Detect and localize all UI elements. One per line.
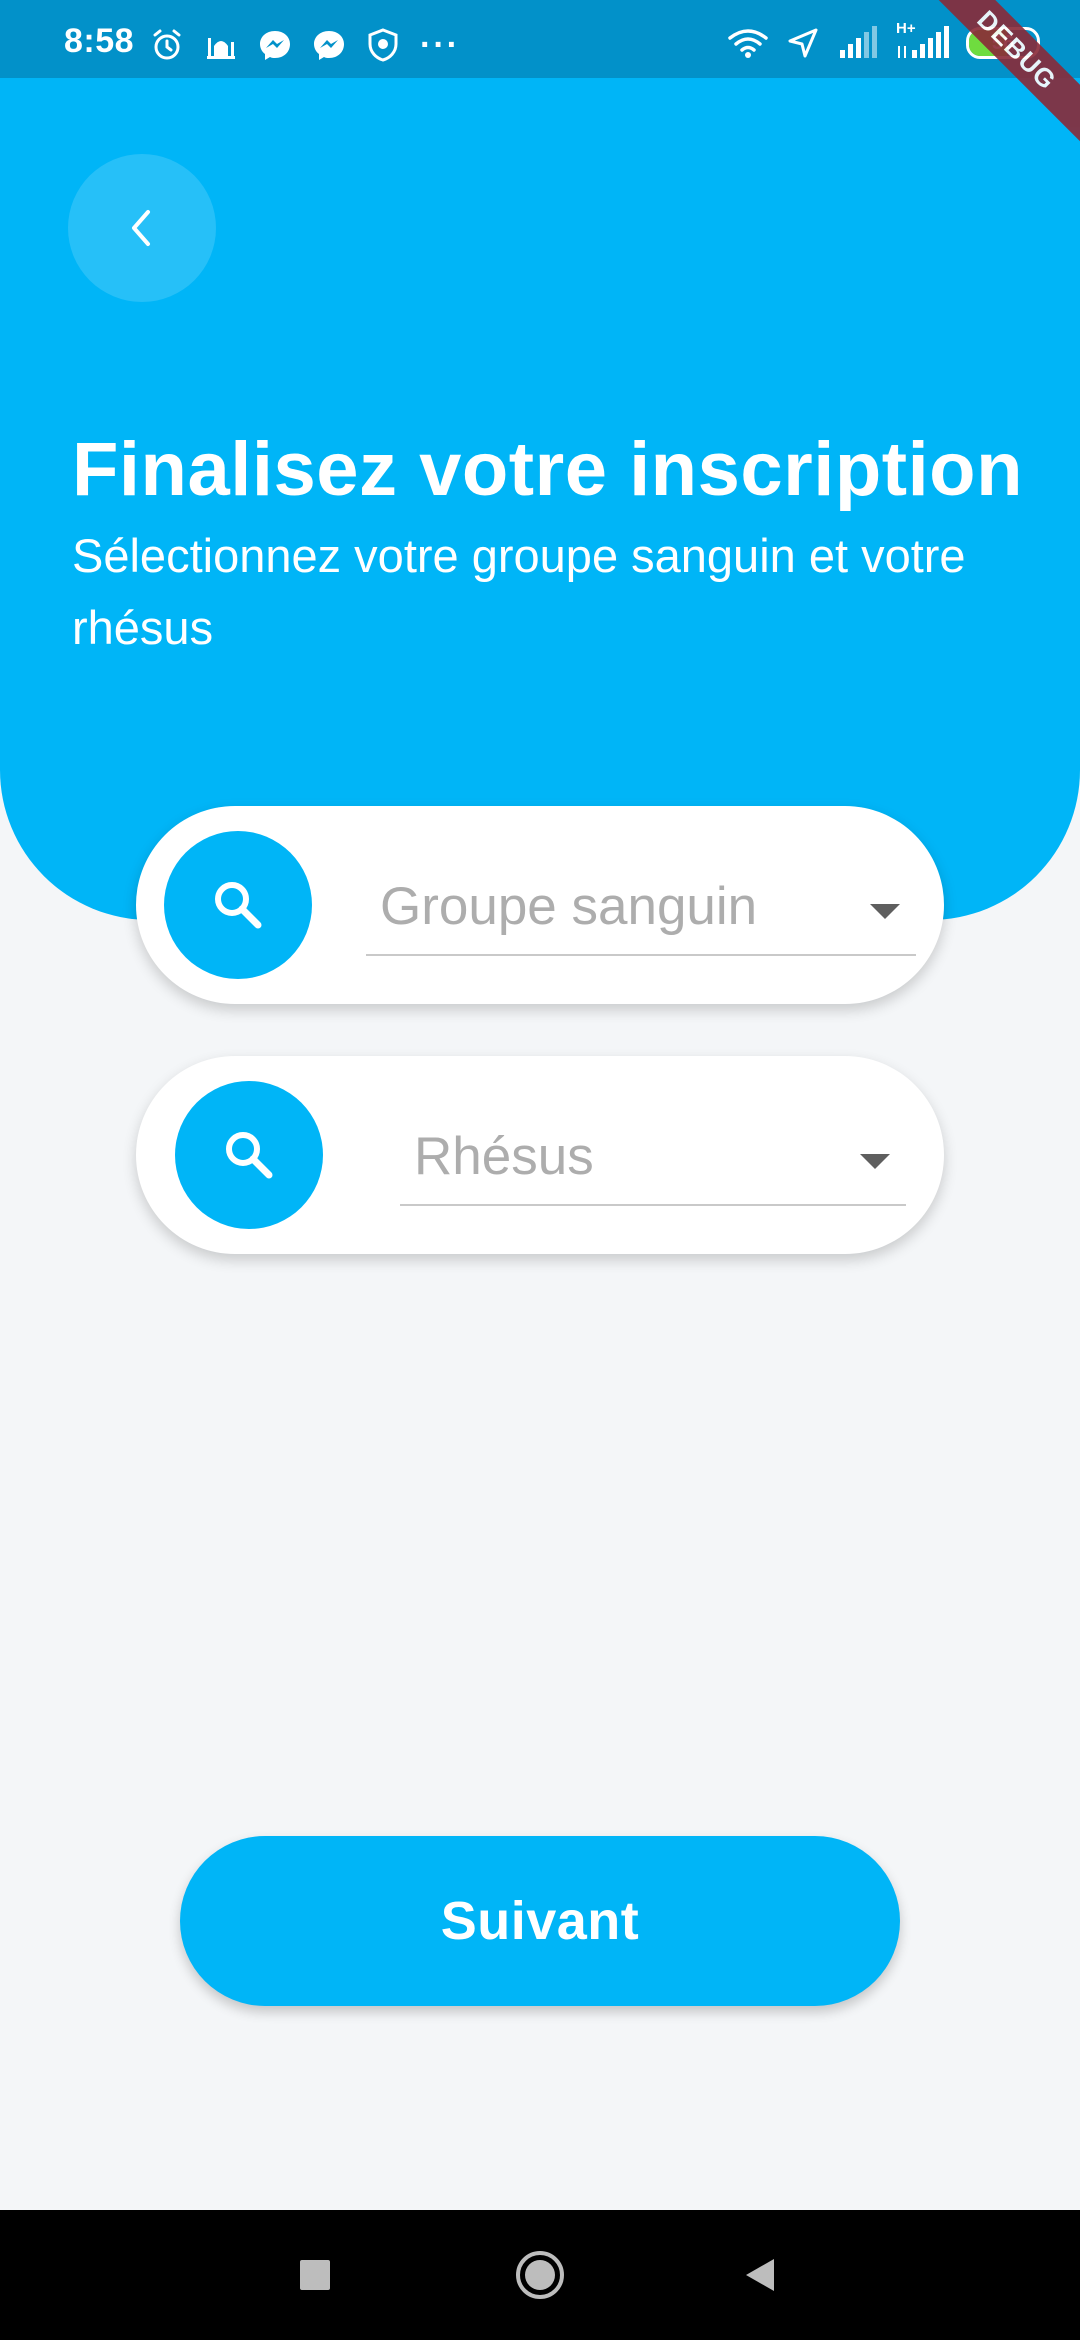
mosque-icon xyxy=(207,38,235,59)
wifi-icon xyxy=(728,29,768,58)
chevron-left-icon xyxy=(132,210,150,246)
back-icon xyxy=(746,2259,774,2291)
shield-icon xyxy=(368,28,398,62)
signal-icon xyxy=(840,26,877,58)
status-bar: 8:58 ··· H+ xyxy=(0,0,1080,78)
home-icon xyxy=(516,2251,564,2299)
system-nav-bar xyxy=(0,2210,1080,2340)
nav-back-button[interactable] xyxy=(725,2240,795,2310)
back-button[interactable] xyxy=(68,154,216,302)
more-dots-icon: ··· xyxy=(420,26,460,64)
location-icon xyxy=(788,28,818,58)
blood-group-placeholder: Groupe sanguin xyxy=(380,877,758,936)
alarm-icon xyxy=(153,29,181,60)
blood-group-icon-circle xyxy=(164,831,312,979)
page-title: Finalisez votre inscription xyxy=(72,427,1024,512)
messenger-icon xyxy=(314,31,344,60)
rhesus-dropdown[interactable]: Rhésus xyxy=(400,1116,906,1206)
page-subtitle: Sélectionnez votre groupe sanguin et vot… xyxy=(72,529,966,654)
next-button[interactable]: Suivant xyxy=(180,1836,900,2006)
notification-icons: ··· xyxy=(150,28,460,62)
search-icon xyxy=(226,1132,273,1179)
recent-apps-icon xyxy=(300,2260,330,2290)
rhesus-card: Rhésus xyxy=(136,1056,944,1254)
rhesus-placeholder: Rhésus xyxy=(414,1127,594,1186)
rhesus-icon-circle xyxy=(175,1081,323,1229)
messenger-icon xyxy=(260,31,290,60)
dropdown-arrow-icon xyxy=(860,1154,890,1169)
blood-group-card: Groupe sanguin xyxy=(136,806,944,1004)
blood-group-dropdown[interactable]: Groupe sanguin xyxy=(366,866,916,956)
signal-h-plus-icon: H+ xyxy=(896,20,950,60)
home-button[interactable] xyxy=(505,2240,575,2310)
screen: 8:58 ··· H+ DEBUG Finalisez votre inscri… xyxy=(0,0,1080,2340)
recent-apps-button[interactable] xyxy=(280,2240,350,2310)
dropdown-arrow-icon xyxy=(870,904,900,919)
status-time: 8:58 xyxy=(64,22,135,60)
search-icon xyxy=(215,882,262,929)
